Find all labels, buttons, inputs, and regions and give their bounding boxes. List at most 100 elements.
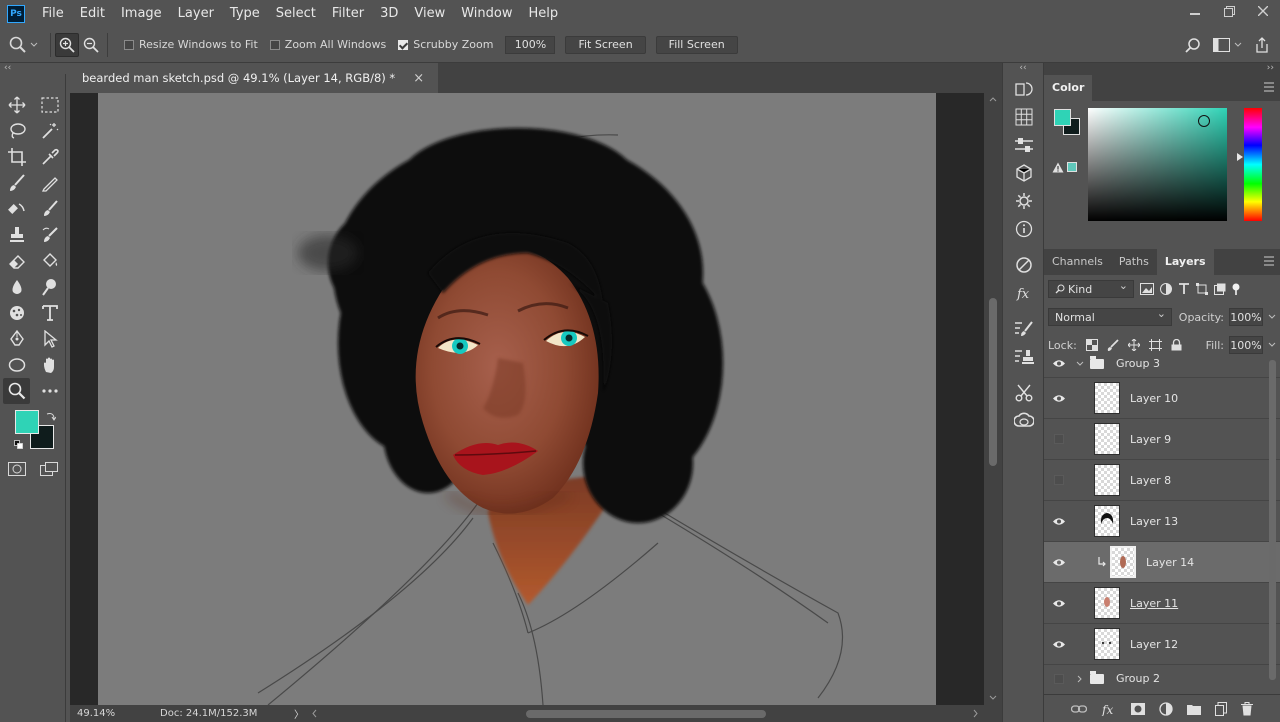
menu-help[interactable]: Help bbox=[521, 0, 567, 27]
scrollbar-thumb[interactable] bbox=[989, 298, 997, 466]
layers-scrollbar[interactable] bbox=[1266, 350, 1278, 690]
layer-row[interactable]: Layer 9 bbox=[1044, 419, 1280, 460]
ellipse-tool[interactable] bbox=[0, 352, 33, 378]
dock-navigator[interactable] bbox=[1003, 251, 1045, 279]
search-icon[interactable] bbox=[1185, 37, 1201, 53]
menu-edit[interactable]: Edit bbox=[72, 0, 113, 27]
zoom-tool[interactable] bbox=[3, 378, 30, 404]
layer-group-row[interactable]: Group 2 bbox=[1044, 665, 1280, 690]
new-group-icon[interactable] bbox=[1187, 703, 1201, 715]
tab-paths[interactable]: Paths bbox=[1111, 249, 1157, 275]
color-panel-fg-swatch[interactable] bbox=[1054, 109, 1071, 126]
workspace-switcher[interactable] bbox=[1213, 38, 1242, 52]
resize-windows-checkbox[interactable]: Resize Windows to Fit bbox=[124, 38, 258, 51]
sponge-tool[interactable] bbox=[0, 300, 33, 326]
menu-type[interactable]: Type bbox=[222, 0, 268, 27]
quick-mask-icon[interactable] bbox=[8, 462, 26, 476]
restore-button[interactable] bbox=[1212, 0, 1246, 22]
dodge-tool[interactable] bbox=[33, 274, 66, 300]
visibility-toggle[interactable] bbox=[1044, 501, 1074, 542]
visibility-toggle[interactable] bbox=[1044, 350, 1074, 378]
visibility-toggle[interactable] bbox=[1044, 460, 1074, 501]
layer-row-selected[interactable]: Layer 14 bbox=[1044, 542, 1280, 583]
status-menu-arrow[interactable]: 〉 bbox=[294, 706, 304, 721]
menu-3d[interactable]: 3D bbox=[372, 0, 406, 27]
default-colors-icon[interactable] bbox=[14, 440, 24, 450]
path-selection-tool[interactable] bbox=[33, 326, 66, 352]
canvas[interactable] bbox=[98, 93, 936, 705]
scrubby-zoom-checkbox[interactable]: Scrubby Zoom bbox=[398, 38, 493, 51]
panels-collapse[interactable]: ›› bbox=[1044, 63, 1280, 75]
layer-row[interactable]: Layer 8 bbox=[1044, 460, 1280, 501]
scrollbar-thumb[interactable] bbox=[526, 710, 766, 718]
horizontal-scrollbar[interactable] bbox=[310, 708, 980, 719]
hand-tool[interactable] bbox=[33, 352, 66, 378]
share-icon[interactable] bbox=[1254, 37, 1270, 53]
trash-icon[interactable] bbox=[1241, 701, 1253, 716]
close-tab-button[interactable]: × bbox=[413, 71, 424, 86]
menu-filter[interactable]: Filter bbox=[324, 0, 372, 27]
blend-mode-dropdown[interactable]: Normal bbox=[1048, 307, 1172, 326]
screen-mode-icon[interactable] bbox=[40, 462, 58, 476]
foreground-color-swatch[interactable] bbox=[15, 410, 39, 434]
web-safe-swatch[interactable] bbox=[1067, 162, 1077, 172]
filter-shape-icon[interactable] bbox=[1196, 283, 1208, 295]
menu-file[interactable]: File bbox=[34, 0, 72, 27]
tool-preset-picker[interactable] bbox=[0, 27, 46, 63]
type-tool[interactable] bbox=[33, 300, 66, 326]
chevron-down-icon[interactable] bbox=[1076, 361, 1084, 367]
art-history-tool[interactable] bbox=[33, 222, 66, 248]
color-picker-cursor[interactable] bbox=[1198, 115, 1210, 127]
fx-icon[interactable]: fx bbox=[1101, 702, 1117, 716]
layer-row[interactable]: Layer 13 bbox=[1044, 501, 1280, 542]
dock-brushes[interactable] bbox=[1003, 315, 1045, 343]
magic-wand-tool[interactable] bbox=[33, 118, 66, 144]
brush-tool[interactable] bbox=[0, 170, 33, 196]
hue-slider[interactable] bbox=[1244, 108, 1262, 221]
layer-group-row[interactable]: Group 3 bbox=[1044, 350, 1280, 378]
close-window-button[interactable] bbox=[1246, 0, 1280, 22]
zoom-percent-field[interactable]: 100% bbox=[505, 35, 556, 54]
chevron-up-icon[interactable] bbox=[984, 95, 1002, 105]
filter-smart-object-icon[interactable] bbox=[1214, 283, 1226, 295]
pen-tool[interactable] bbox=[0, 326, 33, 352]
toolbar-collapse[interactable]: ‹‹ bbox=[0, 63, 70, 74]
visibility-toggle[interactable] bbox=[1044, 419, 1074, 460]
vertical-scrollbar[interactable] bbox=[984, 93, 1002, 705]
more-tools[interactable] bbox=[33, 378, 66, 404]
zoom-in-button[interactable] bbox=[55, 32, 79, 57]
filter-type-icon[interactable] bbox=[1178, 283, 1190, 295]
crop-tool[interactable] bbox=[0, 144, 33, 170]
dock-swatches[interactable] bbox=[1003, 103, 1045, 131]
add-mask-icon[interactable] bbox=[1131, 702, 1145, 715]
visibility-toggle[interactable] bbox=[1044, 583, 1074, 624]
stamp-tool[interactable] bbox=[0, 222, 33, 248]
new-layer-icon[interactable] bbox=[1215, 701, 1227, 716]
menu-view[interactable]: View bbox=[406, 0, 453, 27]
layer-row[interactable]: Layer 12 bbox=[1044, 624, 1280, 665]
history-brush-tool[interactable] bbox=[33, 196, 66, 222]
fill-screen-button[interactable]: Fill Screen bbox=[655, 35, 738, 54]
menu-select[interactable]: Select bbox=[268, 0, 324, 27]
adjustment-layer-icon[interactable] bbox=[1159, 701, 1173, 716]
filter-pixel-icon[interactable] bbox=[1140, 283, 1154, 295]
lasso-tool[interactable] bbox=[0, 118, 33, 144]
menu-window[interactable]: Window bbox=[453, 0, 520, 27]
dock-3d[interactable] bbox=[1003, 159, 1045, 187]
dock-collapse[interactable]: ‹‹ bbox=[1003, 63, 1043, 75]
panel-menu-icon[interactable] bbox=[1264, 256, 1274, 266]
dock-actions[interactable]: fx bbox=[1003, 279, 1045, 307]
document-tab[interactable]: bearded man sketch.psd @ 49.1% (Layer 14… bbox=[70, 63, 439, 93]
visibility-toggle[interactable] bbox=[1044, 378, 1074, 419]
canvas-viewport[interactable] bbox=[70, 93, 984, 705]
minimize-button[interactable] bbox=[1178, 0, 1212, 22]
zoom-out-button[interactable] bbox=[79, 33, 103, 57]
chevron-right-icon[interactable] bbox=[970, 708, 980, 719]
pencil-tool[interactable] bbox=[33, 170, 66, 196]
dock-history[interactable] bbox=[1003, 75, 1045, 103]
menu-image[interactable]: Image bbox=[113, 0, 170, 27]
tab-channels[interactable]: Channels bbox=[1044, 249, 1111, 275]
status-zoom[interactable]: 49.14% bbox=[70, 708, 130, 719]
dock-brush-settings[interactable] bbox=[1003, 187, 1045, 215]
eyedropper-tool[interactable] bbox=[33, 144, 66, 170]
